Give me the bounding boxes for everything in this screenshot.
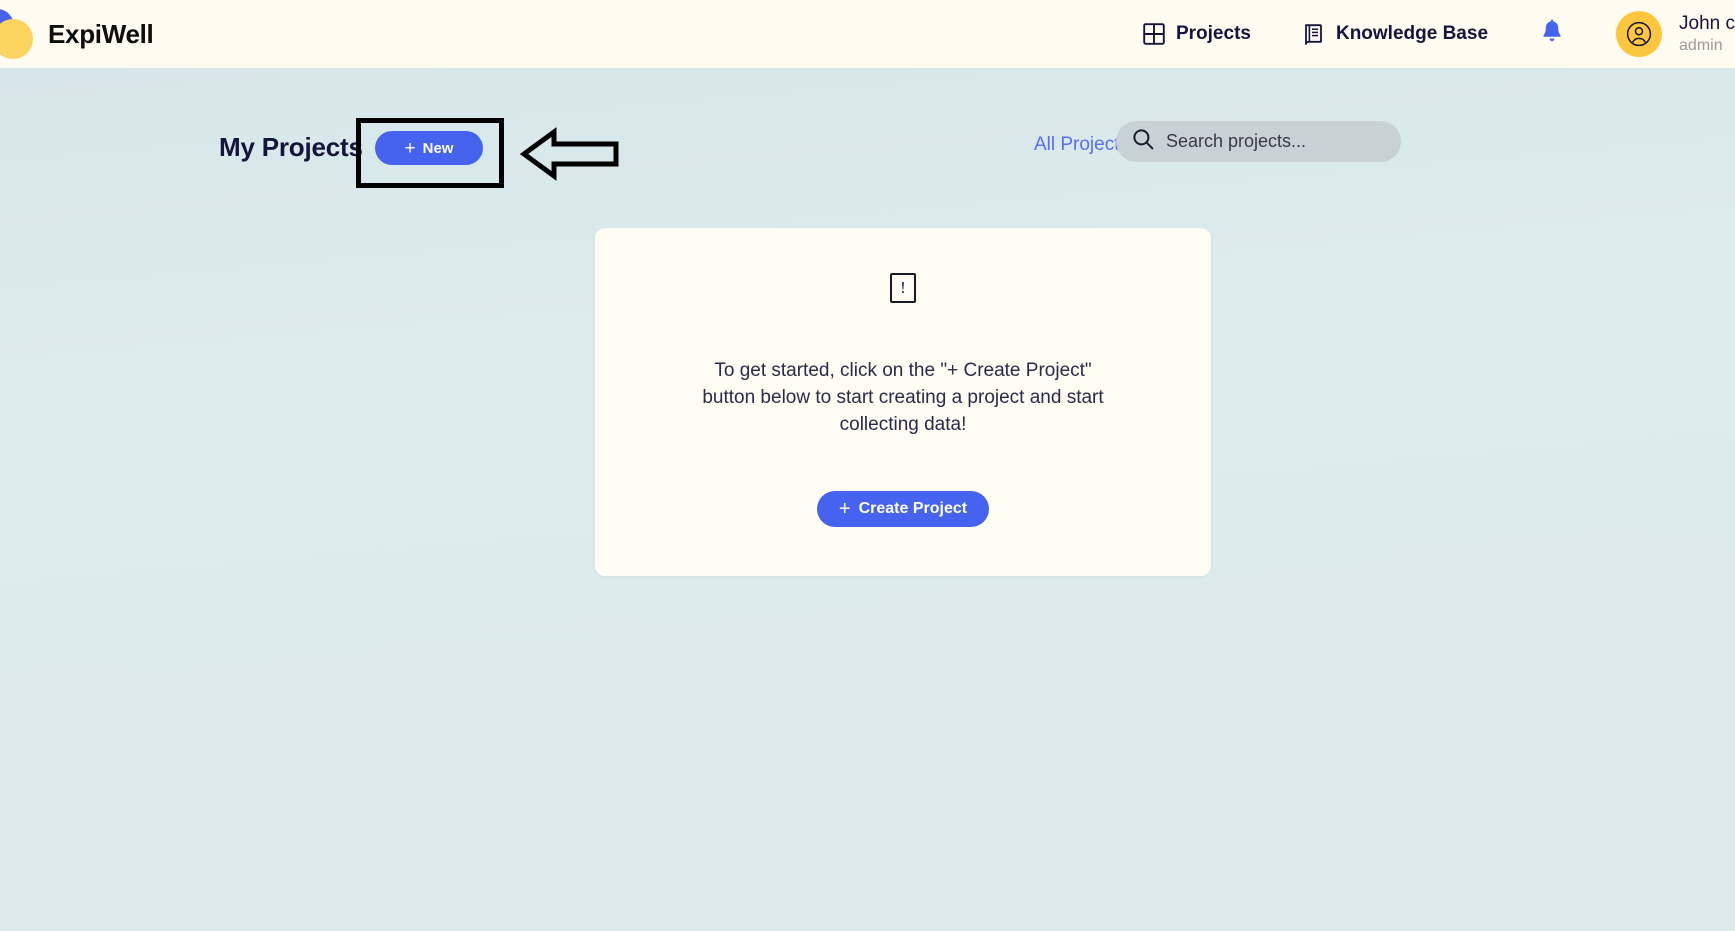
avatar: [1616, 11, 1663, 57]
create-project-button[interactable]: + Create Project: [816, 490, 990, 527]
header-right-group: Projects Knowledge Base John c admin: [1143, 0, 1735, 68]
user-text: John c admin: [1679, 12, 1735, 56]
broken-image-glyph: !: [900, 278, 906, 297]
user-role: admin: [1679, 36, 1723, 54]
notifications-button[interactable]: [1540, 18, 1564, 50]
empty-state-card: ! To get started, click on the "+ Create…: [595, 228, 1211, 576]
expiwell-logo-icon: [0, 7, 46, 61]
page-title: My Projects: [219, 132, 363, 162]
new-project-button[interactable]: + New: [375, 131, 483, 165]
brand-logo[interactable]: ExpiWell: [0, 7, 154, 61]
create-project-button-label: Create Project: [858, 499, 968, 517]
search-icon: [1132, 128, 1154, 155]
top-header: ExpiWell Projects Knowledge Base John c …: [0, 0, 1735, 68]
search-input[interactable]: [1166, 131, 1385, 152]
brand-name: ExpiWell: [48, 18, 154, 49]
nav-item-projects-label: Projects: [1175, 23, 1251, 44]
user-name: John c: [1679, 13, 1735, 35]
nav-item-knowledge-base-label: Knowledge Base: [1335, 23, 1489, 44]
empty-state-message: To get started, click on the "+ Create P…: [702, 360, 1104, 435]
user-avatar-icon: [1626, 21, 1652, 47]
nav-item-projects[interactable]: Projects: [1143, 23, 1251, 45]
search-projects-box[interactable]: [1116, 121, 1401, 162]
annotation-left-arrow: [519, 124, 620, 184]
plus-icon: +: [838, 497, 851, 520]
bell-icon: [1540, 18, 1564, 50]
projects-toolbar: My Projects + New All Projects: [0, 118, 1735, 188]
user-profile[interactable]: John c admin: [1616, 11, 1735, 57]
nav-item-knowledge-base[interactable]: Knowledge Base: [1303, 23, 1488, 45]
grid-icon: [1143, 23, 1165, 45]
project-filter-label: All Projects: [1033, 134, 1129, 155]
book-icon: [1303, 23, 1325, 45]
plus-icon: +: [404, 137, 416, 159]
broken-image-icon: !: [890, 273, 916, 303]
app-page: ExpiWell Projects Knowledge Base John c …: [0, 0, 1735, 931]
new-project-button-label: New: [422, 139, 454, 157]
